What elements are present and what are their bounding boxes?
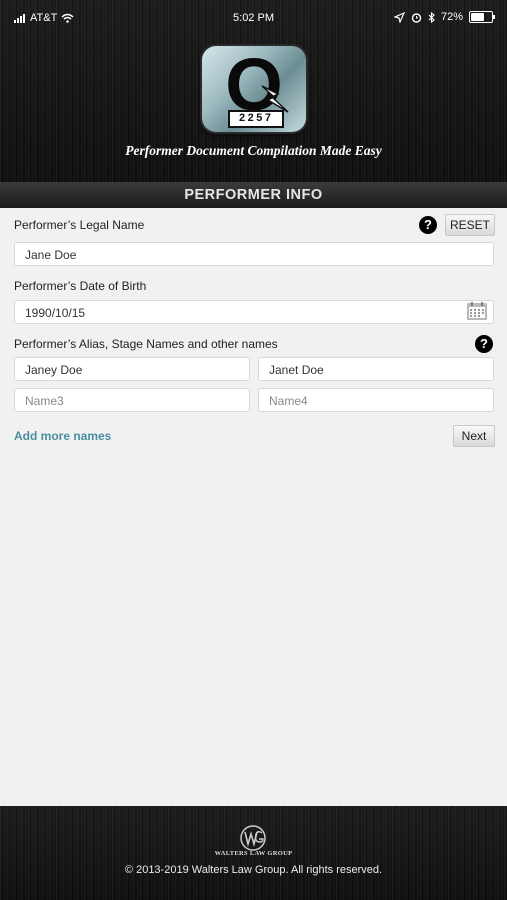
alias-name-field-2[interactable]: Janet Doe [258,357,494,381]
app-logo: Q 2257 [202,46,306,132]
alias-name-field-1[interactable]: Janey Doe [14,357,250,381]
next-button[interactable]: Next [453,425,495,447]
location-icon [393,11,405,23]
alias-name-field-3[interactable]: Name3 [14,388,250,412]
help-icon[interactable]: ? [419,216,437,234]
help-icon[interactable]: ? [475,335,493,353]
add-more-names-link[interactable]: Add more names [14,429,111,443]
alias-name-field-4[interactable]: Name4 [258,388,494,412]
copyright-text: © 2013-2019 Walters Law Group. All right… [124,864,383,876]
alarm-icon [411,12,422,23]
dob-field[interactable]: 1990/10/15 [14,300,494,324]
legal-name-field[interactable]: Jane Doe [14,242,494,266]
tagline: Performer Document Compilation Made Easy [125,143,382,158]
status-bar: AT&T 5:02 PM 72% [0,0,507,36]
alias-label: Performer’s Alias, Stage Names and other… [14,337,278,351]
bluetooth-icon [428,11,435,23]
logo-text: WALTERS LAW GROUP [214,850,293,857]
section-title: PERFORMER INFO [0,182,507,208]
reset-button[interactable]: RESET [445,214,495,236]
battery-percent: 72% [440,11,463,23]
dob-label: Performer’s Date of Birth [14,279,147,293]
battery-icon [469,11,495,23]
app-header: AT&T 5:02 PM 72% Q 2257 Performer Docume… [0,0,507,182]
legal-name-label: Performer’s Legal Name [14,218,145,232]
logo-number: 2257 [228,110,284,128]
calendar-icon[interactable] [467,301,487,320]
